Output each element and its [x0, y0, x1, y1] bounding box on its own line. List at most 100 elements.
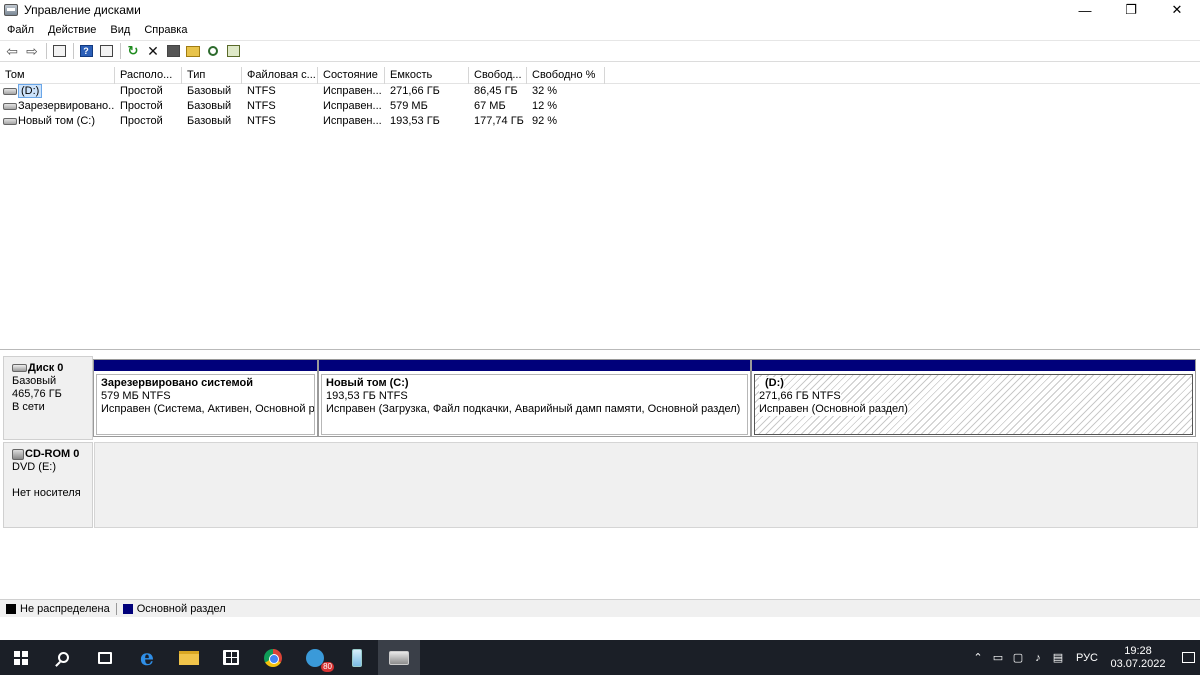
- partition-size: 579 МБ NTFS: [101, 390, 171, 402]
- open-folder-icon[interactable]: [184, 43, 202, 59]
- partition-d[interactable]: (D:) 271,66 ГБ NTFS Исправен (Основной р…: [751, 359, 1196, 437]
- drive-icon: [3, 102, 17, 110]
- disk-name: Диск 0: [28, 362, 64, 374]
- partition-body: Новый том (C:) 193,53 ГБ NTFS Исправен (…: [321, 374, 748, 435]
- search-icon[interactable]: [204, 43, 222, 59]
- cdrom-empty-area[interactable]: [94, 442, 1198, 528]
- disk-management-taskbar-button[interactable]: [378, 640, 420, 675]
- menu-action[interactable]: Действие: [41, 24, 103, 36]
- partition-size: 193,53 ГБ NTFS: [326, 390, 408, 402]
- partition-title: (D:): [759, 377, 784, 390]
- minimize-button[interactable]: —: [1062, 0, 1108, 20]
- menu-file[interactable]: Файл: [0, 24, 41, 36]
- table-row[interactable]: (D:) Простой Базовый NTFS Исправен... 27…: [0, 84, 1200, 99]
- menu-help[interactable]: Справка: [137, 24, 194, 36]
- cdrom-0-label[interactable]: CD-ROM 0 DVD (E:) Нет носителя: [3, 442, 93, 528]
- search-icon: [57, 652, 69, 663]
- layout-cell: Простой: [120, 100, 163, 112]
- column-header-volume[interactable]: Том: [0, 67, 115, 84]
- edge-button[interactable]: e: [126, 640, 168, 675]
- layout-cell: Простой: [120, 85, 163, 97]
- forward-arrow-icon[interactable]: ⇨: [23, 43, 41, 59]
- properties-icon[interactable]: [97, 43, 115, 59]
- partition-size: 271,66 ГБ NTFS: [759, 390, 841, 403]
- disk-state: В сети: [12, 401, 45, 413]
- clock-date: 03.07.2022: [1110, 657, 1166, 670]
- legend: Не распределена Основной раздел: [0, 599, 1200, 617]
- disk-icon: [12, 364, 27, 373]
- chrome-icon: [264, 648, 282, 667]
- help-icon[interactable]: ?: [77, 43, 95, 59]
- legend-divider: [115, 602, 117, 615]
- battery-icon[interactable]: ▢: [1008, 640, 1028, 675]
- primary-partition-bar: [752, 360, 1195, 371]
- volume-name: (D:): [18, 84, 43, 98]
- primary-partition-bar: [319, 360, 750, 371]
- file-explorer-button[interactable]: [168, 640, 210, 675]
- type-cell: Базовый: [187, 100, 232, 112]
- refresh-icon[interactable]: ↻: [124, 43, 142, 59]
- type-cell: Базовый: [187, 115, 232, 127]
- restore-button[interactable]: ❐: [1108, 0, 1154, 20]
- console-tree-icon[interactable]: [50, 43, 68, 59]
- partition-c[interactable]: Новый том (C:) 193,53 ГБ NTFS Исправен (…: [318, 359, 751, 437]
- status-cell: Исправен...: [323, 115, 382, 127]
- toolbar-separator: [120, 43, 121, 59]
- free-space-cell: 67 МБ: [474, 100, 506, 112]
- disk-management-icon: [389, 650, 409, 665]
- disk-0-label[interactable]: Диск 0 Базовый 465,76 ГБ В сети: [3, 356, 93, 440]
- chrome-button[interactable]: [252, 640, 294, 675]
- export-list-icon[interactable]: [224, 43, 242, 59]
- legend-primary-partition: Основной раздел: [122, 602, 226, 615]
- table-row[interactable]: Зарезервировано... Простой Базовый NTFS …: [0, 99, 1200, 114]
- window-controls: — ❐ ✕: [1062, 0, 1200, 20]
- task-view-button[interactable]: [84, 640, 126, 675]
- legend-label: Основной раздел: [136, 602, 226, 615]
- column-header-capacity[interactable]: Емкость: [385, 67, 469, 84]
- notification-center-button[interactable]: [1176, 652, 1200, 663]
- legend-unallocated: Не распределена: [6, 603, 110, 615]
- close-button[interactable]: ✕: [1154, 0, 1200, 20]
- partition-system-reserved[interactable]: Зарезервировано системой 579 МБ NTFS Исп…: [93, 359, 318, 437]
- input-indicator-icon[interactable]: ▤: [1048, 640, 1068, 675]
- column-header-filesystem[interactable]: Файловая с...: [242, 67, 318, 84]
- language-indicator[interactable]: РУС: [1076, 652, 1098, 664]
- delete-icon[interactable]: ✕: [144, 43, 162, 59]
- menu-view[interactable]: Вид: [103, 24, 137, 36]
- clock[interactable]: 19:28 03.07.2022: [1108, 645, 1168, 671]
- network-icon[interactable]: ▭: [988, 640, 1008, 675]
- system-tray: ⌃ ▭ ▢ ♪ ▤ РУС 19:28 03.07.2022: [968, 640, 1200, 675]
- status-cell: Исправен...: [323, 100, 382, 112]
- bottle-app-button[interactable]: [336, 640, 378, 675]
- type-cell: Базовый: [187, 85, 232, 97]
- volume-icon[interactable]: ♪: [1028, 640, 1048, 675]
- partition-status: Исправен (Основной раздел): [759, 403, 908, 416]
- settings-icon[interactable]: [164, 43, 182, 59]
- volume-name-cell: Зарезервировано...: [0, 99, 115, 114]
- column-header-layout[interactable]: Располо...: [115, 67, 182, 84]
- column-header-free-percent[interactable]: Свободно %: [527, 67, 605, 84]
- volume-name: Зарезервировано...: [18, 100, 115, 112]
- column-header-type[interactable]: Тип: [182, 67, 242, 84]
- disk-size: 465,76 ГБ: [12, 388, 62, 400]
- capacity-cell: 271,66 ГБ: [390, 85, 440, 97]
- chevron-up-icon[interactable]: ⌃: [968, 640, 988, 675]
- free-percent-cell: 12 %: [532, 100, 558, 112]
- taskbar-search-button[interactable]: [42, 640, 84, 675]
- toolbar-separator: [46, 43, 47, 59]
- free-percent-cell: 32 %: [532, 85, 558, 97]
- disk-kind: DVD (E:): [12, 461, 56, 473]
- windows-logo-icon: [14, 650, 28, 665]
- start-button[interactable]: [0, 640, 42, 675]
- window-title: Управление дисками: [24, 3, 141, 17]
- column-header-free-space[interactable]: Свобод...: [469, 67, 527, 84]
- file-explorer-icon: [179, 650, 199, 665]
- back-arrow-icon[interactable]: ⇦: [3, 43, 21, 59]
- disk-state: Нет носителя: [12, 487, 81, 499]
- column-header-status[interactable]: Состояние: [318, 67, 385, 84]
- volume-name: Новый том (C:): [18, 115, 95, 127]
- table-row[interactable]: Новый том (C:) Простой Базовый NTFS Испр…: [0, 114, 1200, 129]
- telegram-button[interactable]: 80: [294, 640, 336, 675]
- volume-name-cell: Новый том (C:): [0, 114, 115, 129]
- store-button[interactable]: [210, 640, 252, 675]
